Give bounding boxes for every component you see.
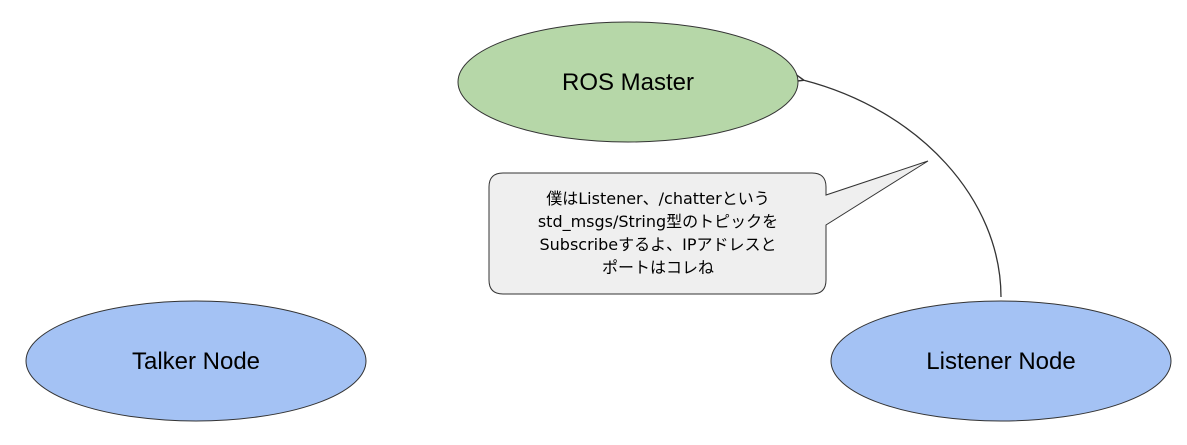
listener-node[interactable]: Listener Node	[830, 300, 1172, 422]
speech-bubble-line: 僕はListener、/chatterという	[546, 189, 770, 208]
speech-bubble-line: Subscribeするよ、IPアドレスと	[539, 235, 777, 254]
talker-node[interactable]: Talker Node	[25, 300, 367, 422]
speech-bubble-text: 僕はListener、/chatterという std_msgs/String型の…	[498, 178, 818, 288]
speech-bubble-line: ポートはコレね	[601, 258, 714, 277]
ros-master-node[interactable]: ROS Master	[457, 21, 799, 143]
speech-bubble-line: std_msgs/String型のトピックを	[537, 212, 779, 231]
listener-label: Listener Node	[926, 348, 1075, 375]
ros-master-label: ROS Master	[562, 69, 694, 96]
listener-to-master-arrow	[803, 80, 1002, 298]
talker-label: Talker Node	[132, 348, 260, 375]
